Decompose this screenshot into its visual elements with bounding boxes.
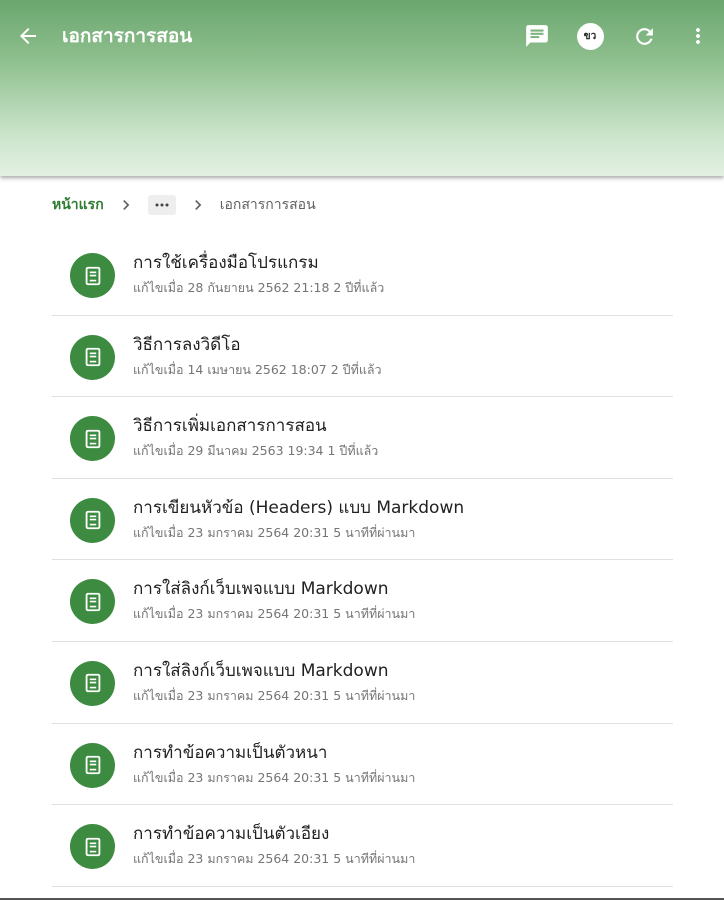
book-icon: [70, 660, 115, 706]
document-title: การทำข้อความเป็นตัวหนา: [133, 742, 328, 763]
page-title: เอกสารการสอน: [62, 25, 193, 47]
document-meta: แก้ไขเมื่อ 23 มกราคม 2564 20:31 5 นาทีที…: [133, 524, 416, 540]
book-icon: [70, 497, 115, 543]
breadcrumb-current: เอกสารการสอน: [219, 197, 316, 213]
more-vert-icon: [696, 28, 700, 44]
more-options-button[interactable]: [682, 20, 714, 52]
arrow-back-icon: [20, 28, 36, 44]
document-meta: แก้ไขเมื่อ 23 มกราคม 2564 20:31 5 นาทีที…: [133, 687, 416, 703]
more-horiz-icon: [155, 203, 169, 207]
refresh-icon: [635, 27, 653, 45]
document-title: วิธีการเพิ่มเอกสารการสอน: [133, 416, 327, 437]
book-icon: [70, 579, 115, 625]
breadcrumb: หน้าแรก เอกสารการสอน: [52, 192, 316, 218]
refresh-button[interactable]: [628, 20, 660, 52]
list-item[interactable]: การเขียนหัวข้อ (Headers) แบบ Markdown แก…: [52, 479, 673, 561]
document-list: การใช้เครื่องมือโปรแกรม แก้ไขเมื่อ 28 กั…: [52, 234, 673, 887]
document-meta: แก้ไขเมื่อ 23 มกราคม 2564 20:31 5 นาทีที…: [133, 769, 416, 785]
document-meta: แก้ไขเมื่อ 23 มกราคม 2564 20:31 5 นาทีที…: [133, 851, 416, 867]
document-title: การใส่ลิงก์เว็บเพจแบบ Markdown: [133, 579, 389, 600]
book-icon: [70, 742, 115, 788]
back-button[interactable]: [12, 20, 44, 52]
comment-button[interactable]: [521, 20, 553, 52]
comment-icon: [526, 25, 548, 47]
book-icon: [70, 253, 115, 298]
document-title: การใช้เครื่องมือโปรแกรม: [133, 253, 319, 273]
account-button[interactable]: ขว: [574, 20, 606, 52]
breadcrumb-more-button[interactable]: [147, 195, 176, 215]
document-meta: แก้ไขเมื่อ 28 กันยายน 2562 21:18 2 ปีที่…: [133, 280, 385, 295]
list-item[interactable]: การใส่ลิงก์เว็บเพจแบบ Markdown แก้ไขเมื่…: [52, 642, 673, 724]
document-meta: แก้ไขเมื่อ 14 เมษายน 2562 18:07 2 ปีที่แ…: [133, 361, 382, 377]
avatar: ขว: [576, 22, 604, 50]
list-item[interactable]: การใช้เครื่องมือโปรแกรม แก้ไขเมื่อ 28 กั…: [52, 234, 673, 316]
list-item[interactable]: การใส่ลิงก์เว็บเพจแบบ Markdown แก้ไขเมื่…: [52, 560, 673, 642]
list-item[interactable]: การทำข้อความเป็นตัวเอียง แก้ไขเมื่อ 23 ม…: [52, 805, 673, 887]
chevron-right-icon: [114, 193, 138, 217]
document-title: การเขียนหัวข้อ (Headers) แบบ Markdown: [133, 497, 465, 518]
list-item[interactable]: วิธีการลงวิดีโอ แก้ไขเมื่อ 14 เมษายน 256…: [52, 316, 673, 398]
chevron-right-icon: [186, 193, 210, 217]
book-icon: [70, 824, 115, 870]
book-icon: [70, 334, 115, 380]
app-bar: เอกสารการสอน ขว: [0, 0, 724, 176]
document-meta: แก้ไขเมื่อ 23 มกราคม 2564 20:31 5 นาทีที…: [133, 606, 416, 622]
list-item[interactable]: วิธีการเพิ่มเอกสารการสอน แก้ไขเมื่อ 29 ม…: [52, 397, 673, 479]
list-item[interactable]: การทำข้อความเป็นตัวหนา แก้ไขเมื่อ 23 มกร…: [52, 724, 673, 806]
document-title: วิธีการลงวิดีโอ: [133, 334, 241, 355]
document-title: การทำข้อความเป็นตัวเอียง: [133, 824, 330, 845]
document-meta: แก้ไขเมื่อ 29 มีนาคม 2563 19:34 1 ปีที่แ…: [133, 443, 379, 459]
document-title: การใส่ลิงก์เว็บเพจแบบ Markdown: [133, 660, 389, 681]
breadcrumb-home[interactable]: หน้าแรก: [52, 194, 104, 216]
book-icon: [70, 416, 115, 462]
